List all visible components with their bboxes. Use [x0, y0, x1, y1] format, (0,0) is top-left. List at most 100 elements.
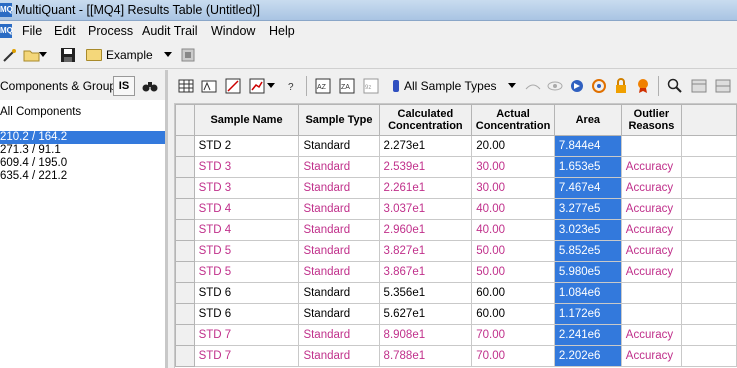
panel-icon[interactable] — [714, 77, 732, 95]
project-combo[interactable]: Example — [86, 45, 176, 65]
menu-help[interactable]: Help — [269, 24, 295, 38]
cell-sample-type[interactable]: Standard — [298, 177, 380, 199]
cell-outlier-reason[interactable]: Accuracy — [620, 261, 682, 283]
cell-calculated-concentration[interactable]: 3.867e1 — [378, 261, 473, 283]
row-header[interactable] — [175, 177, 195, 199]
cell-sample-name[interactable]: STD 4 — [193, 198, 300, 220]
sample-type-filter[interactable]: All Sample Types — [390, 77, 518, 95]
flag-icon[interactable] — [568, 77, 586, 95]
cell-calculated-concentration[interactable]: 5.356e1 — [378, 282, 473, 304]
eye-icon[interactable] — [546, 77, 564, 95]
table-row[interactable]: STD 6 Standard 5.627e1 60.00 1.172e6 — [175, 303, 737, 325]
table-row[interactable]: STD 5 Standard 3.867e1 50.00 5.980e5 Accuracy — [175, 261, 737, 283]
cell-area[interactable]: 2.241e6 — [553, 324, 622, 346]
row-header[interactable] — [175, 345, 195, 367]
cell-calculated-concentration[interactable]: 3.037e1 — [378, 198, 473, 220]
table-row[interactable]: STD 6 Standard 5.356e1 60.00 1.084e6 — [175, 282, 737, 304]
cell-area[interactable]: 5.852e5 — [553, 240, 622, 262]
cell-calculated-concentration[interactable]: 3.827e1 — [378, 240, 473, 262]
binoculars-icon[interactable] — [139, 76, 161, 96]
table-row[interactable]: STD 3 Standard 2.261e1 30.00 7.467e4 Accuracy — [175, 177, 737, 199]
row-header[interactable] — [175, 324, 195, 346]
zoom-icon[interactable] — [666, 77, 684, 95]
cell-outlier-reason[interactable]: Accuracy — [620, 198, 682, 220]
row-header[interactable] — [175, 135, 195, 157]
cell-area[interactable]: 1.084e6 — [553, 282, 622, 304]
cell-empty[interactable] — [680, 198, 737, 220]
table-row[interactable]: STD 7 Standard 8.788e1 70.00 2.202e6 Accuracy — [175, 345, 737, 367]
row-header[interactable] — [175, 282, 195, 304]
curve-icon[interactable] — [524, 77, 542, 95]
ribbon-icon[interactable] — [634, 77, 652, 95]
table-row[interactable]: STD 4 Standard 2.960e1 40.00 3.023e5 Accuracy — [175, 219, 737, 241]
cell-outlier-reason[interactable]: Accuracy — [620, 177, 682, 199]
cell-area[interactable]: 5.980e5 — [553, 261, 622, 283]
cell-empty[interactable] — [680, 261, 737, 283]
cell-area[interactable]: 7.844e4 — [553, 135, 622, 157]
cell-outlier-reason[interactable]: Accuracy — [620, 345, 682, 367]
cell-actual-concentration[interactable]: 60.00 — [471, 303, 555, 325]
cell-empty[interactable] — [680, 345, 737, 367]
cell-sample-name[interactable]: STD 4 — [193, 219, 300, 241]
calibration-curve-icon[interactable] — [224, 77, 242, 95]
cell-area[interactable]: 3.277e5 — [553, 198, 622, 220]
component-item[interactable]: 635.4 / 221.2 — [0, 170, 165, 183]
cell-sample-name[interactable]: STD 5 — [193, 240, 300, 262]
component-item[interactable]: 271.3 / 91.1 — [0, 144, 165, 157]
cell-actual-concentration[interactable]: 70.00 — [471, 345, 555, 367]
component-item-all[interactable]: All Components — [0, 106, 165, 119]
component-item[interactable]: 609.4 / 195.0 — [0, 157, 165, 170]
table-row[interactable]: STD 2 Standard 2.273e1 20.00 7.844e4 — [175, 135, 737, 157]
cell-outlier-reason[interactable] — [620, 303, 682, 325]
cell-calculated-concentration[interactable]: 8.788e1 — [378, 345, 473, 367]
cell-actual-concentration[interactable]: 60.00 — [471, 282, 555, 304]
table-row[interactable]: STD 3 Standard 2.539e1 30.00 1.653e5 Accuracy — [175, 156, 737, 178]
column-header-sample-name[interactable]: Sample Name — [193, 104, 300, 136]
wand-icon[interactable] — [0, 45, 20, 65]
project-settings-icon[interactable] — [178, 45, 198, 65]
cell-sample-name[interactable]: STD 7 — [193, 345, 300, 367]
row-header[interactable] — [175, 240, 195, 262]
cell-actual-concentration[interactable]: 50.00 — [471, 240, 555, 262]
row-header[interactable] — [175, 261, 195, 283]
cell-sample-type[interactable]: Standard — [298, 135, 380, 157]
cell-sample-name[interactable]: STD 2 — [193, 135, 300, 157]
save-icon[interactable] — [58, 45, 78, 65]
cell-outlier-reason[interactable]: Accuracy — [620, 324, 682, 346]
table-row[interactable]: STD 5 Standard 3.827e1 50.00 5.852e5 Accuracy — [175, 240, 737, 262]
cell-empty[interactable] — [680, 177, 737, 199]
cell-outlier-reason[interactable] — [620, 135, 682, 157]
cell-calculated-concentration[interactable]: 2.960e1 — [378, 219, 473, 241]
layout-icon[interactable] — [690, 77, 708, 95]
cell-area[interactable]: 1.653e5 — [553, 156, 622, 178]
cell-actual-concentration[interactable]: 30.00 — [471, 156, 555, 178]
column-header-area[interactable]: Area — [553, 104, 622, 136]
cell-sample-type[interactable]: Standard — [298, 156, 380, 178]
cell-actual-concentration[interactable]: 40.00 — [471, 198, 555, 220]
cell-actual-concentration[interactable]: 20.00 — [471, 135, 555, 157]
cell-outlier-reason[interactable]: Accuracy — [620, 156, 682, 178]
cell-sample-name[interactable]: STD 3 — [193, 177, 300, 199]
cell-calculated-concentration[interactable]: 5.627e1 — [378, 303, 473, 325]
menu-file[interactable]: File — [22, 24, 42, 38]
cell-empty[interactable] — [680, 282, 737, 304]
cell-calculated-concentration[interactable]: 8.908e1 — [378, 324, 473, 346]
cell-sample-type[interactable]: Standard — [298, 198, 380, 220]
chart-dropdown-icon[interactable] — [266, 77, 276, 95]
menu-process[interactable]: Process — [88, 24, 133, 38]
cell-actual-concentration[interactable]: 40.00 — [471, 219, 555, 241]
menu-audit-trail[interactable]: Audit Trail — [142, 24, 198, 38]
cell-empty[interactable] — [680, 303, 737, 325]
row-header-corner[interactable] — [175, 104, 195, 136]
cell-sample-name[interactable]: STD 5 — [193, 261, 300, 283]
row-header[interactable] — [175, 303, 195, 325]
sort-numeric-icon[interactable]: 9z — [362, 77, 380, 95]
cell-area[interactable]: 7.467e4 — [553, 177, 622, 199]
column-header-actual-concentration[interactable]: Actual Concentration — [471, 104, 555, 136]
cell-calculated-concentration[interactable]: 2.539e1 — [378, 156, 473, 178]
row-header[interactable] — [175, 219, 195, 241]
row-header[interactable] — [175, 156, 195, 178]
cell-calculated-concentration[interactable]: 2.261e1 — [378, 177, 473, 199]
table-grid-icon[interactable] — [177, 77, 195, 95]
cell-sample-type[interactable]: Standard — [298, 303, 380, 325]
